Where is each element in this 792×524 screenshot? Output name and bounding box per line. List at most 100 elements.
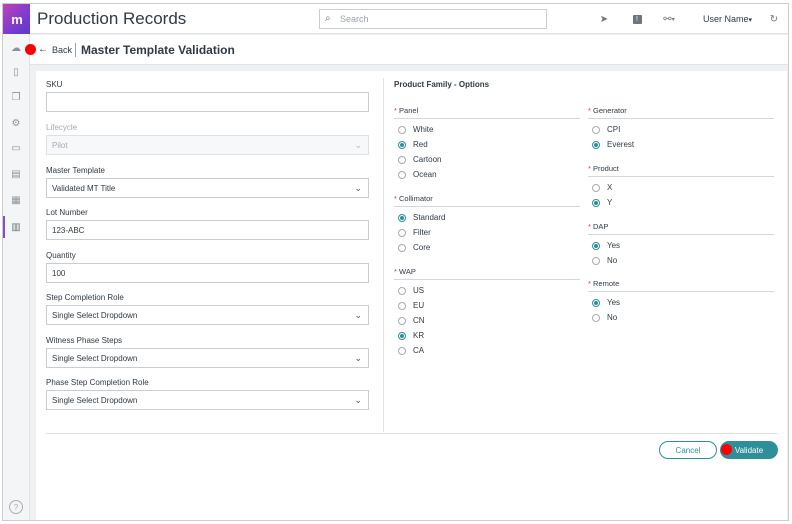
sku-label: SKU [46, 80, 63, 89]
validation-card: SKU Lifecycle Pilot ⌄ Master Template Va… [36, 71, 787, 520]
phase-step-completion-role-select[interactable]: Single Select Dropdown ⌄ [46, 390, 369, 410]
lot-number-input[interactable]: 123-ABC [46, 220, 369, 240]
master-template-label: Master Template [46, 166, 105, 175]
marker-dot [25, 44, 36, 55]
radio-label: Standard [413, 213, 446, 222]
user-name: User Name [703, 14, 749, 24]
wap-option-ca[interactable]: CA [398, 346, 424, 355]
radio-circle-icon [592, 256, 600, 265]
wap-option-cn[interactable]: CN [398, 316, 425, 325]
app-logo[interactable]: m [3, 4, 31, 34]
remote-group-label: * Remote [588, 279, 619, 288]
radio-label: Core [413, 243, 431, 252]
collimator-option-standard[interactable]: Standard [398, 213, 445, 222]
quantity-input[interactable]: 100 [46, 263, 369, 283]
lifecycle-select: Pilot ⌄ [46, 135, 369, 155]
back-button[interactable]: ← Back [38, 44, 72, 55]
chevron-down-icon: ⌄ [354, 395, 362, 405]
panel-option-white[interactable]: White [398, 125, 433, 134]
list-icon[interactable]: ▦ [9, 193, 23, 207]
cloud-icon[interactable]: ☁ [9, 41, 23, 55]
help-icon[interactable]: ? [9, 500, 23, 514]
lot-number-label: Lot Number [46, 208, 88, 217]
page-header: ← Back Master Template Validation [25, 35, 788, 65]
printer-icon[interactable]: ▤ [9, 167, 23, 181]
wap-option-eu[interactable]: EU [398, 301, 424, 310]
radio-circle-icon [398, 331, 406, 340]
radio-label: CPI [607, 125, 621, 134]
cancel-button[interactable]: Cancel [659, 441, 717, 459]
radio-circle-icon [592, 198, 600, 207]
radio-circle-icon [592, 125, 600, 134]
collimator-option-core[interactable]: Core [398, 243, 430, 252]
product-option-x[interactable]: X [592, 183, 612, 192]
copy-icon[interactable]: ❐ [9, 90, 23, 104]
wap-group-underline [394, 279, 580, 280]
quantity-label: Quantity [46, 251, 76, 260]
dap-option-no[interactable]: No [592, 256, 617, 265]
phase-step-completion-role-value: Single Select Dropdown [52, 396, 138, 405]
gears-icon[interactable]: ⚙ [9, 116, 23, 130]
radio-circle-icon [592, 298, 600, 307]
wap-group-label: * WAP [394, 267, 416, 276]
required-mark: * [588, 106, 591, 115]
remote-group-underline [588, 291, 774, 292]
panel-group-label: * Panel [394, 106, 418, 115]
collimator-group-underline [394, 206, 580, 207]
wap-option-kr[interactable]: KR [398, 331, 424, 340]
required-mark: * [588, 164, 591, 173]
step-completion-role-label: Step Completion Role [46, 293, 124, 302]
navigation-arrow-icon[interactable]: ➤ [597, 12, 611, 26]
radio-label: Filter [413, 228, 431, 237]
step-completion-role-select[interactable]: Single Select Dropdown ⌄ [46, 305, 369, 325]
alert-icon[interactable]: ! [630, 12, 644, 26]
app-title: Production Records [37, 9, 187, 28]
generator-option-everest[interactable]: Everest [592, 140, 634, 149]
search-input[interactable] [340, 12, 540, 26]
back-label: Back [52, 44, 73, 55]
panel-option-ocean[interactable]: Ocean [398, 170, 437, 179]
mobile-icon[interactable]: ▭ [9, 141, 23, 155]
radio-label: EU [413, 301, 425, 310]
records-icon[interactable]: ▥ [9, 220, 23, 234]
product-option-y[interactable]: Y [592, 198, 612, 207]
dap-option-yes[interactable]: Yes [592, 241, 620, 250]
radio-circle-icon [592, 241, 600, 250]
radio-circle-icon [398, 155, 406, 164]
lifecycle-value: Pilot [52, 141, 68, 150]
rail-active-indicator [3, 216, 5, 238]
chevron-down-icon: ⌄ [354, 183, 362, 193]
wap-option-us[interactable]: US [398, 286, 424, 295]
remote-option-yes[interactable]: Yes [592, 298, 620, 307]
book-icon[interactable]: ▯ [9, 65, 23, 79]
panel-option-red[interactable]: Red [398, 140, 428, 149]
master-template-select[interactable]: Validated MT Title ⌄ [46, 178, 369, 198]
user-menu[interactable]: User Name▾ [703, 14, 752, 24]
generator-group-underline [588, 118, 774, 119]
collimator-group-title: Collimator [399, 194, 433, 203]
app-window: m ☁ ▯ ❐ ⚙ ▭ ▤ ▦ ▥ ? Production Records ⌕… [2, 3, 789, 521]
radio-circle-icon [398, 286, 406, 295]
chevron-down-icon: ⌄ [354, 310, 362, 320]
search-box[interactable]: ⌕ [319, 9, 547, 29]
remote-option-no[interactable]: No [592, 313, 617, 322]
radio-circle-icon [398, 243, 406, 252]
radio-label: CN [413, 316, 425, 325]
chevron-down-icon: ⌄ [354, 353, 362, 363]
column-divider [383, 78, 384, 432]
radio-label: White [413, 125, 434, 134]
radio-label: Ocean [413, 170, 437, 179]
generator-option-cpi[interactable]: CPI [592, 125, 620, 134]
connection-icon[interactable]: ⚯ ▾ [660, 12, 678, 26]
panel-option-cartoon[interactable]: Cartoon [398, 155, 441, 164]
radio-label: No [607, 256, 618, 265]
refresh-icon[interactable]: ↻ [767, 12, 781, 26]
witness-phase-steps-select[interactable]: Single Select Dropdown ⌄ [46, 348, 369, 368]
collimator-option-filter[interactable]: Filter [398, 228, 431, 237]
generator-group-title: Generator [593, 106, 627, 115]
radio-label: KR [413, 331, 425, 340]
search-icon: ⌕ [325, 13, 331, 24]
options-title: Product Family - Options [394, 80, 490, 89]
sku-input[interactable] [46, 92, 369, 112]
header-separator [75, 43, 76, 57]
